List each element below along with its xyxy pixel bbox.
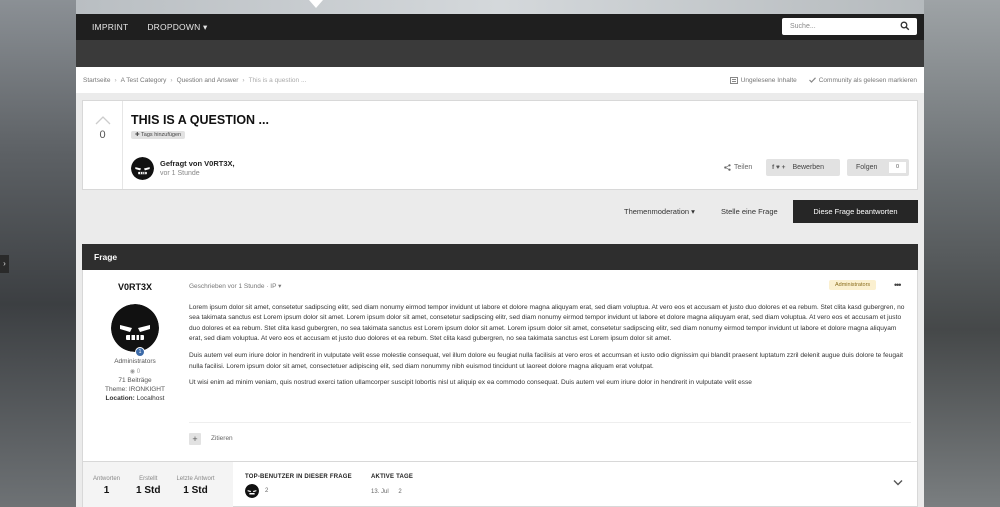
search-placeholder: Suche... [790, 23, 816, 30]
breadcrumb-current: This is a question ... [248, 76, 307, 84]
post-paragraph: Duis autem vel eum iriure dolor in hendr… [189, 352, 903, 370]
skull-icon [131, 157, 154, 180]
stat-created: Erstellt 1 Std [136, 462, 160, 507]
stat-answers: Antworten 1 [93, 462, 120, 507]
active-days: AKTIVE TAGE 13. Jul 2 [371, 474, 413, 495]
active-days-title: AKTIVE TAGE [371, 474, 414, 480]
mark-read-link[interactable]: Community als gelesen markieren [808, 76, 917, 84]
section-title: Frage [82, 244, 918, 270]
share-icon [724, 164, 731, 171]
author-theme: Theme: IRONKIGHT [105, 386, 165, 393]
add-tags-button[interactable]: ✚ Tags hinzufügen [131, 131, 186, 139]
side-panel-arrow-icon[interactable]: › [0, 255, 9, 273]
background-artwork-left [0, 0, 76, 507]
multiquote-button[interactable]: + [189, 433, 201, 445]
post-content: Lorem ipsum dolor sit amet, consetetur s… [189, 303, 911, 395]
skull-icon [245, 484, 259, 498]
unread-content-link[interactable]: Ungelesene Inhalte [729, 76, 797, 84]
question-header: 0 THIS IS A QUESTION ... ✚ Tags hinzufüg… [82, 100, 918, 190]
post-footer: + Zitieren [189, 422, 911, 452]
post-paragraph: Lorem ipsum dolor sit amet, consetetur s… [189, 304, 905, 343]
stats-summary: Antworten 1 Erstellt 1 Std Letzte Antwor… [83, 462, 233, 507]
top-user-row: 2 [245, 484, 352, 498]
vote-count: 0 [99, 129, 106, 141]
active-day-row: 13. Jul 2 [371, 489, 413, 495]
post-count: 71 Beiträge [118, 377, 152, 384]
post-paragraph: Ut wisi enim ad minim veniam, quis nostr… [189, 379, 752, 387]
topic-stats: Antworten 1 Erstellt 1 Std Letzte Antwor… [82, 461, 918, 507]
top-user-count: 2 [265, 488, 269, 494]
stat-answers-value: 1 [103, 485, 110, 496]
stat-last-answer-value: 1 Std [183, 485, 208, 496]
upvote-icon[interactable] [95, 116, 111, 125]
newspaper-icon [729, 76, 738, 84]
breadcrumb: Startseite › A Test Category › Question … [76, 67, 924, 93]
checkmark-icon [808, 77, 816, 83]
promote-button[interactable]: f ♥ + Bewerben [766, 159, 840, 176]
background-artwork-right [924, 0, 1000, 507]
share-button[interactable]: Teilen [724, 164, 752, 171]
ask-question-button[interactable]: Stelle eine Frage [721, 207, 778, 216]
secondary-navigation [76, 40, 924, 67]
question-post: V0RT3X 1 Administrators ◉ 0 71 Beiträge … [82, 270, 918, 466]
top-users-title: TOP-BENUTZER IN DIESER FRAGE [245, 474, 352, 480]
topic-actions: Themenmoderation ▾ Stelle eine Frage Die… [76, 200, 924, 224]
answer-question-button[interactable]: Diese Frage beantworten [793, 200, 918, 223]
asker-avatar[interactable] [131, 157, 154, 180]
nav-item-imprint[interactable]: IMPRINT [92, 22, 128, 32]
follow-button[interactable]: Folgen 0 [847, 159, 909, 176]
main-navigation: IMPRINT DROPDOWN ▾ Suche... [76, 14, 924, 40]
author-name[interactable]: V0RT3X [83, 282, 187, 292]
topic-moderation-button[interactable]: Themenmoderation ▾ [624, 207, 695, 216]
follow-label: Folgen [856, 164, 878, 171]
post-body: Geschrieben vor 1 Stunde · IP ▾ Administ… [189, 270, 917, 465]
asker-name[interactable]: Gefragt von V0RT3X, [160, 159, 235, 168]
search-icon[interactable] [900, 21, 910, 31]
stat-answers-label: Antworten [93, 476, 121, 482]
rank-badge: 1 [135, 347, 145, 357]
mark-read-label: Community als gelesen markieren [818, 76, 917, 84]
stat-last-answer-label: Letzte Antwort [176, 476, 215, 482]
top-users: TOP-BENUTZER IN DIESER FRAGE 2 [245, 474, 352, 498]
active-day-date: 13. Jul [371, 489, 389, 495]
top-user-avatar[interactable] [245, 484, 259, 498]
social-icons: f ♥ + [772, 164, 786, 171]
stat-created-label: Erstellt [139, 476, 158, 482]
author-panel: V0RT3X 1 Administrators ◉ 0 71 Beiträge … [83, 270, 187, 465]
active-day-count: 2 [398, 489, 402, 495]
stat-created-value: 1 Std [136, 485, 161, 496]
vote-panel: 0 [83, 101, 123, 189]
page-title: THIS IS A QUESTION ... [131, 113, 269, 127]
author-location: Location: Localhost [83, 395, 187, 402]
unread-content-label: Ungelesene Inhalte [740, 76, 797, 84]
skull-icon [111, 304, 159, 352]
search-input[interactable]: Suche... [782, 18, 917, 35]
asked-time: vor 1 Stunde [160, 170, 200, 177]
location-label: Location: [105, 395, 135, 402]
author-avatar[interactable] [111, 304, 159, 352]
author-group: Administrators [114, 358, 156, 365]
reputation-count: ◉ 0 [129, 369, 141, 375]
stat-last-answer: Letzte Antwort 1 Std [176, 462, 214, 507]
location-value: Localhost [136, 395, 165, 402]
page-container: IMPRINT DROPDOWN ▾ Suche... Startseite ›… [76, 14, 924, 507]
follow-count: 0 [889, 162, 906, 173]
breadcrumb-home[interactable]: Startseite [83, 77, 110, 84]
breadcrumb-forum[interactable]: Question and Answer [177, 77, 239, 84]
quote-button[interactable]: Zitieren [211, 435, 233, 442]
chevron-down-icon[interactable] [893, 479, 903, 486]
nav-item-dropdown-label: DROPDOWN [147, 21, 201, 32]
promote-label: Bewerben [792, 164, 824, 171]
breadcrumb-category[interactable]: A Test Category [121, 77, 167, 84]
background-artwork-top [76, 0, 924, 14]
post-meta[interactable]: Geschrieben vor 1 Stunde · IP ▾ [189, 282, 281, 290]
status-badge: Administrators [829, 280, 877, 290]
add-tags-label: Tags hinzufügen [141, 132, 182, 138]
more-options-icon[interactable]: ••• [894, 280, 902, 290]
nav-item-dropdown[interactable]: DROPDOWN ▾ [147, 22, 207, 33]
share-label: Teilen [734, 164, 753, 171]
